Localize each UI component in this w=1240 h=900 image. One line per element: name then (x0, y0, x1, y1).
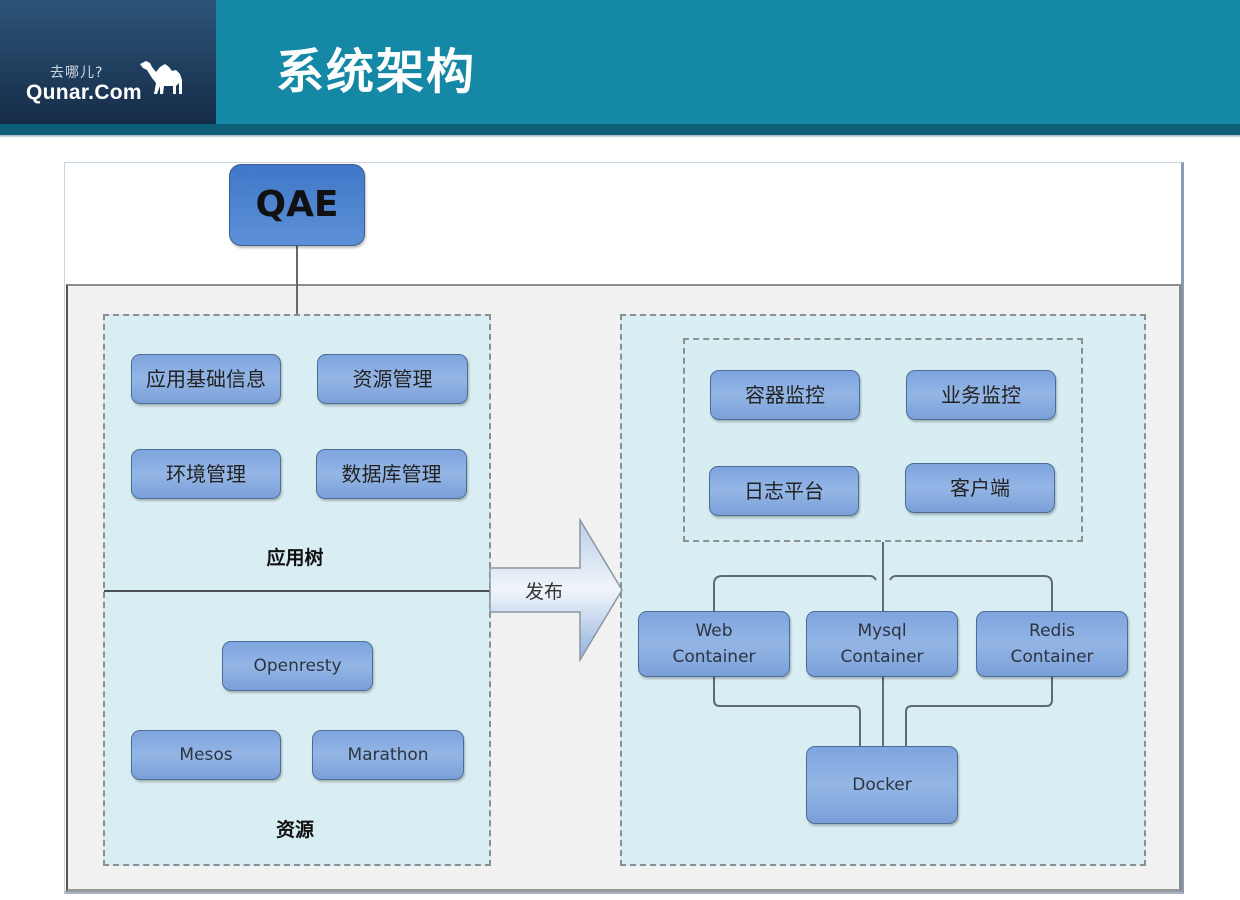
header-shadow (0, 135, 1240, 138)
business-monitoring-node: 业务监控 (906, 370, 1056, 420)
redis-container-line1: Redis (1029, 621, 1075, 641)
web-container-line1: Web (695, 621, 733, 641)
logo-chinese-text: 去哪儿? (50, 65, 104, 81)
app-basic-info-node: 应用基础信息 (131, 354, 281, 404)
qae-root-node: QAE (229, 164, 365, 246)
logo-english-text: Qunar.Com (26, 81, 142, 104)
app-tree-label: 应用树 (266, 547, 324, 569)
header-strip (0, 124, 1240, 135)
redis-container-line2: Container (1010, 647, 1094, 667)
camel-icon (140, 61, 182, 94)
openresty-node: Openresty (222, 641, 373, 691)
page-title: 系统架构 (276, 44, 477, 100)
web-container-node: Web Container (638, 611, 790, 677)
qunar-logo: 去哪儿? Qunar.Com (0, 0, 216, 124)
mysql-container-line2: Container (840, 647, 924, 667)
database-management-node: 数据库管理 (316, 449, 467, 499)
redis-container-node: Redis Container (976, 611, 1128, 677)
marathon-node: Marathon (312, 730, 464, 780)
mysql-container-node: Mysql Container (806, 611, 958, 677)
resources-label: 资源 (275, 819, 314, 841)
docker-node: Docker (806, 746, 958, 824)
environment-management-node: 环境管理 (131, 449, 281, 499)
client-node: 客户端 (905, 463, 1055, 513)
mesos-node: Mesos (131, 730, 281, 780)
publish-arrow-label: 发布 (525, 581, 564, 603)
resource-management-node: 资源管理 (317, 354, 468, 404)
log-platform-node: 日志平台 (709, 466, 859, 516)
web-container-line2: Container (672, 647, 756, 667)
left-group-divider (104, 590, 490, 592)
container-monitoring-node: 容器监控 (710, 370, 860, 420)
mysql-container-line1: Mysql (857, 621, 907, 641)
